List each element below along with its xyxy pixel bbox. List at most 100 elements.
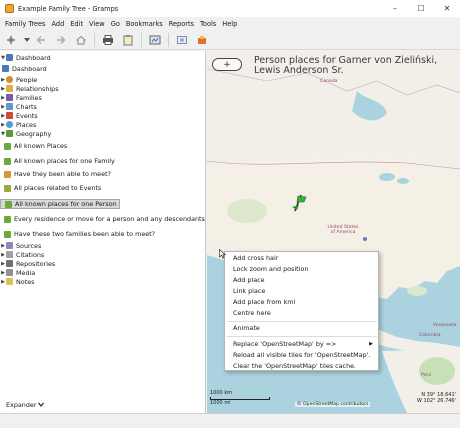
home-icon[interactable] <box>74 33 88 47</box>
map-label-usa: United States of America <box>327 225 359 235</box>
menu-add-place-kml[interactable]: Add place from kml <box>233 297 373 307</box>
view-label: Have these two families been able to mee… <box>14 230 156 238</box>
geo-view-places-one-person[interactable]: All known places for one Person <box>0 199 120 209</box>
dropdown-arrow-icon[interactable] <box>24 33 30 47</box>
geo-view-two-families-met[interactable]: Have these two families been able to mee… <box>0 229 155 239</box>
category-notes[interactable]: ▶ Notes <box>0 277 34 286</box>
minimize-button[interactable]: – <box>382 0 408 17</box>
menu-lock-zoom[interactable]: Lock zoom and position <box>233 264 373 274</box>
map-label-venezuela: Venezuela <box>433 323 457 328</box>
geography-icon <box>4 142 11 150</box>
geo-view-all-known-places[interactable]: All known Places <box>0 141 67 151</box>
meeting-icon <box>4 170 11 178</box>
dashboard-icon <box>2 65 9 72</box>
menu-separator <box>227 321 377 322</box>
geo-view-residence-moves[interactable]: Every residence or move for a person and… <box>0 214 205 224</box>
chevron-down-icon <box>38 401 45 409</box>
map-scale: 1000 km 1000 mi <box>210 390 270 406</box>
title-bar: Example Family Tree - Gramps – ☐ ✕ <box>0 0 460 17</box>
map-context-menu: Add cross hair Lock zoom and position Ad… <box>224 251 379 371</box>
families-icon <box>6 94 13 101</box>
status-bar <box>0 413 460 428</box>
category-geography[interactable]: ▼ Geography <box>0 129 51 138</box>
view-label: All known Places <box>14 142 68 150</box>
map-coordinates: N 39° 18.641' W 102° 26.746' <box>417 392 456 404</box>
geo-view-have-they-met[interactable]: Have they been able to meet? <box>0 169 111 179</box>
menu-replace-map-source[interactable]: Replace 'OpenStreetMap' by => ▶ <box>233 339 373 349</box>
category-events[interactable]: ▶ Events <box>0 111 38 120</box>
view-label: Dashboard <box>12 64 47 73</box>
mouse-cursor-icon <box>219 248 227 261</box>
media-icon <box>6 269 13 276</box>
back-arrow-icon[interactable] <box>34 33 48 47</box>
menu-separator <box>227 336 377 337</box>
view-dashboard[interactable]: Dashboard <box>2 64 47 73</box>
scale-km: 1000 km <box>210 390 233 396</box>
menu-centre-here[interactable]: Centre here <box>233 308 373 318</box>
map-label-canada: Canada <box>320 79 338 84</box>
menu-go[interactable]: Go <box>111 20 120 28</box>
toolbar <box>0 30 460 50</box>
crosshair-toggle-button[interactable]: + <box>212 58 242 71</box>
category-charts[interactable]: ▶ Charts <box>0 102 37 111</box>
menu-family-trees[interactable]: Family Trees <box>5 20 46 28</box>
category-families[interactable]: ▶ Families <box>0 93 42 102</box>
navigator-icon[interactable] <box>4 33 18 47</box>
menu-reload-tiles[interactable]: Reload all visible tiles for 'OpenStreet… <box>233 350 373 360</box>
events-icon <box>6 112 13 119</box>
category-relationships[interactable]: ▶ Relationships <box>0 84 59 93</box>
menu-animate[interactable]: Animate <box>233 323 373 333</box>
crosshair-icon: + <box>223 59 231 70</box>
menu-edit[interactable]: Edit <box>70 20 83 28</box>
dashboard-icon <box>6 54 13 61</box>
map-label-peru: Perú <box>421 373 432 378</box>
geo-view-places-one-family[interactable]: All known places for one Family <box>0 156 115 166</box>
category-label: Media <box>16 268 36 277</box>
category-citations[interactable]: ▶ Citations <box>0 250 44 259</box>
menu-add-place[interactable]: Add place <box>233 275 373 285</box>
category-label: Notes <box>16 277 35 286</box>
category-label: Charts <box>16 102 37 111</box>
menu-tools[interactable]: Tools <box>200 20 216 28</box>
geography-icon <box>6 130 13 137</box>
scale-mi: 1000 mi <box>210 400 231 406</box>
clipboard-icon[interactable] <box>121 33 135 47</box>
place-marker-icon[interactable] <box>291 193 307 215</box>
reload-tiles-icon[interactable] <box>175 33 189 47</box>
sources-icon <box>6 242 13 249</box>
category-repositories[interactable]: ▶ Repositories <box>0 259 55 268</box>
menu-add[interactable]: Add <box>52 20 65 28</box>
menu-view[interactable]: View <box>89 20 105 28</box>
category-dashboard[interactable]: ▼ Dashboard <box>0 53 51 62</box>
tools-icon[interactable] <box>195 33 209 47</box>
menu-link-place[interactable]: Link place <box>233 286 373 296</box>
toolbar-separator <box>168 32 169 47</box>
category-label: Geography <box>16 129 52 138</box>
close-button[interactable]: ✕ <box>434 0 460 17</box>
maximize-button[interactable]: ☐ <box>408 0 434 17</box>
category-people[interactable]: ▶ People <box>0 75 37 84</box>
print-icon[interactable] <box>101 33 115 47</box>
notes-icon <box>6 278 13 285</box>
sidebar-expander[interactable]: Expander <box>6 401 45 409</box>
map-pin-icon[interactable] <box>363 237 367 241</box>
category-media[interactable]: ▶ Media <box>0 268 35 277</box>
view-label: All known places for one Family <box>14 157 115 165</box>
forward-arrow-icon[interactable] <box>54 33 68 47</box>
category-places[interactable]: ▶ Places <box>0 120 36 129</box>
expander-label: Expander <box>6 401 37 409</box>
menu-reports[interactable]: Reports <box>169 20 194 28</box>
menu-item-label: Replace 'OpenStreetMap' by => <box>233 340 337 348</box>
relationships-icon <box>6 85 13 92</box>
category-sources[interactable]: ▶ Sources <box>0 241 41 250</box>
menu-help[interactable]: Help <box>222 20 237 28</box>
map-service-icon[interactable] <box>148 33 162 47</box>
map-attribution: © OpenStreetMap contributors <box>295 402 371 407</box>
category-label: Repositories <box>16 259 56 268</box>
category-label: Dashboard <box>16 53 51 62</box>
menu-add-cross-hair[interactable]: Add cross hair <box>233 253 373 263</box>
menu-clear-tiles-cache[interactable]: Clear the 'OpenStreetMap' tiles cache. <box>233 361 373 371</box>
events-map-icon <box>4 184 11 192</box>
menu-bookmarks[interactable]: Bookmarks <box>126 20 163 28</box>
geo-view-places-events[interactable]: All places related to Events <box>0 183 101 193</box>
